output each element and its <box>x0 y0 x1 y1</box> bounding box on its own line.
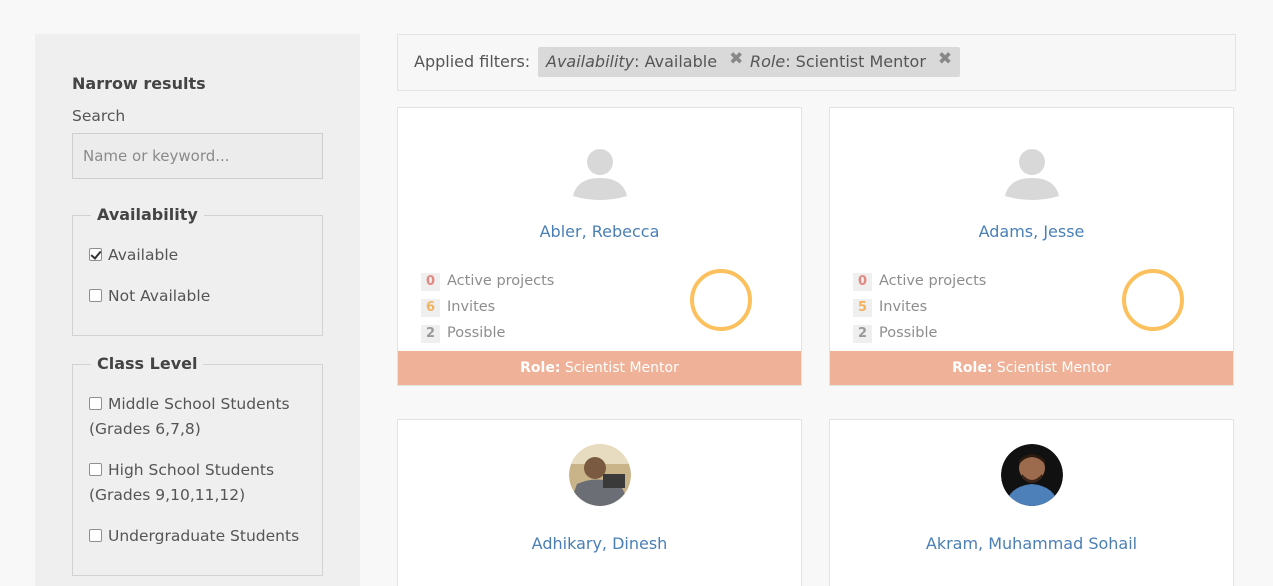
stat-possible: 2 Possible <box>853 324 937 343</box>
chip-key: Availability <box>546 52 635 71</box>
availability-fieldset: Availability Available Not Available <box>72 206 323 336</box>
middle-school-checkbox[interactable] <box>89 397 102 410</box>
filter-chip-availability: Availability: Available ✖ <box>538 47 752 77</box>
invites-count: 6 <box>421 299 440 317</box>
role-bar: Role: Scientist Mentor <box>830 351 1233 385</box>
option-label: Available <box>108 246 179 264</box>
undergraduate-checkbox[interactable] <box>89 529 102 542</box>
stat-label: Possible <box>447 325 506 341</box>
availability-option-not-available[interactable]: Not Available <box>89 284 309 309</box>
chip-value: : Available <box>634 52 718 71</box>
option-label: Not Available <box>108 287 211 305</box>
remove-filter-icon[interactable]: ✖ <box>938 44 952 74</box>
active-count: 0 <box>421 273 440 291</box>
sidebar-title: Narrow results <box>72 74 206 93</box>
mentor-name-link[interactable]: Abler, Rebecca <box>398 222 801 241</box>
stat-label: Invites <box>879 299 928 315</box>
class-level-legend: Class Level <box>91 355 204 373</box>
role-prefix: Role: <box>952 360 993 376</box>
option-label: High School Students (Grades 9,10,11,12) <box>89 461 275 504</box>
role-value: Scientist Mentor <box>992 360 1111 376</box>
mentor-card: Adams, Jesse 0 Active projects 5 Invites 2… <box>829 107 1234 386</box>
active-count: 0 <box>853 273 872 291</box>
sidebar: Narrow results Search Availability Avail… <box>35 34 360 586</box>
mentor-name-link[interactable]: Adhikary, Dinesh <box>398 534 801 553</box>
filter-chip-role: Role: Scientist Mentor ✖ <box>742 44 961 77</box>
class-option-undergraduate[interactable]: Undergraduate Students <box>89 524 309 549</box>
availability-legend: Availability <box>91 206 204 224</box>
stat-label: Active projects <box>447 273 555 289</box>
mentor-name-link[interactable]: Akram, Muhammad Sohail <box>830 534 1233 553</box>
mentor-name-link[interactable]: Adams, Jesse <box>830 222 1233 241</box>
stat-active-projects: 0 Active projects <box>853 272 986 291</box>
default-user-icon <box>572 149 627 200</box>
applied-filters-bar: Applied filters: Availability: Available… <box>397 34 1236 91</box>
applied-filters-label: Applied filters: <box>414 52 531 71</box>
class-level-fieldset: Class Level Middle School Students (Grad… <box>72 355 323 576</box>
available-checkbox[interactable] <box>89 248 102 261</box>
possible-count: 2 <box>421 325 440 343</box>
chip-key: Role <box>750 52 786 71</box>
class-option-high-school[interactable]: High School Students (Grades 9,10,11,12) <box>89 458 309 508</box>
user-photo <box>568 444 631 506</box>
stat-invites: 6 Invites <box>421 298 495 317</box>
stat-label: Invites <box>447 299 496 315</box>
not-available-checkbox[interactable] <box>89 289 102 302</box>
invites-count: 5 <box>853 299 872 317</box>
progress-ring <box>1122 269 1184 331</box>
mentor-card: Abler, Rebecca 0 Active projects 6 Invites… <box>397 107 802 386</box>
possible-count: 2 <box>853 325 872 343</box>
availability-option-available[interactable]: Available <box>89 243 309 268</box>
stat-active-projects: 0 Active projects <box>421 272 554 291</box>
mentor-card: Adhikary, Dinesh <box>397 419 802 586</box>
role-bar: Role: Scientist Mentor <box>398 351 801 385</box>
stat-label: Active projects <box>879 273 987 289</box>
stat-possible: 2 Possible <box>421 324 505 343</box>
mentor-card: Akram, Muhammad Sohail <box>829 419 1234 586</box>
role-value: Scientist Mentor <box>560 360 679 376</box>
default-user-icon <box>1004 149 1059 200</box>
progress-ring <box>690 269 752 331</box>
role-prefix: Role: <box>520 360 561 376</box>
search-label: Search <box>72 107 126 125</box>
high-school-checkbox[interactable] <box>89 463 102 476</box>
class-option-middle-school[interactable]: Middle School Students (Grades 6,7,8) <box>89 392 309 442</box>
search-input[interactable] <box>72 133 323 179</box>
option-label: Middle School Students (Grades 6,7,8) <box>89 395 290 438</box>
stat-invites: 5 Invites <box>853 298 927 317</box>
stat-label: Possible <box>879 325 938 341</box>
chip-value: : Scientist Mentor <box>785 52 926 71</box>
user-photo <box>1000 444 1063 506</box>
option-label: Undergraduate Students <box>108 527 300 545</box>
